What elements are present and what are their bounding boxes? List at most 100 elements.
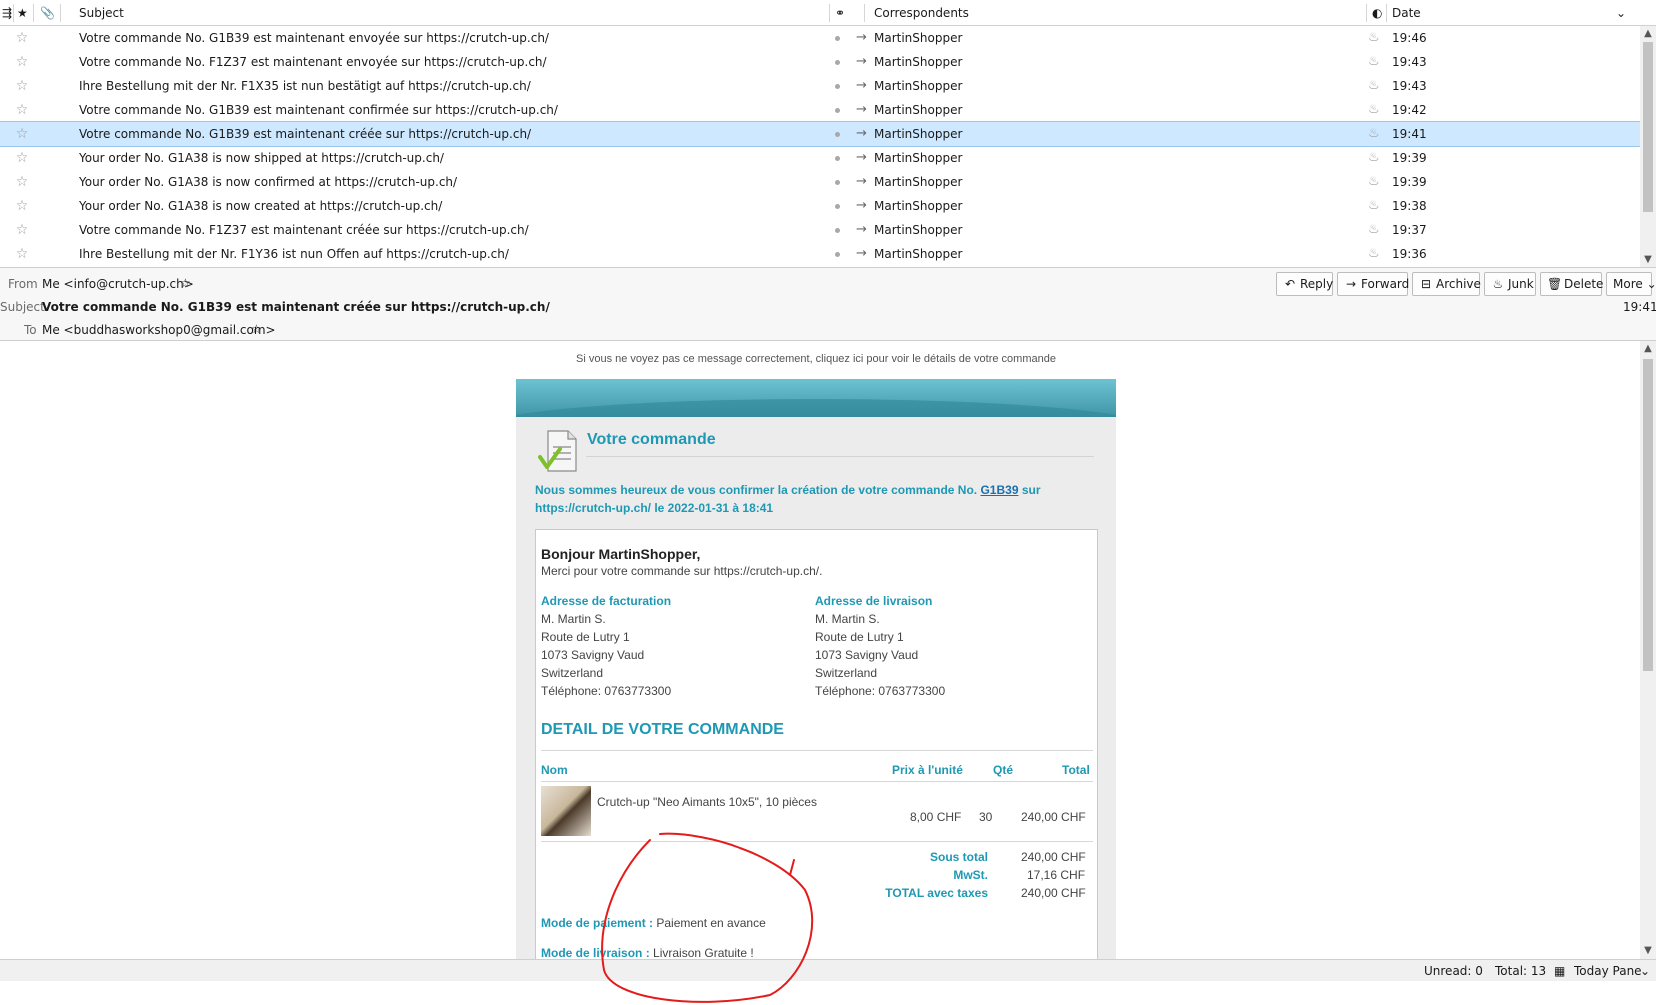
subtotal-value: 240,00 CHF bbox=[1021, 850, 1086, 864]
red-annotation-circle bbox=[601, 832, 814, 1003]
thread-column-icon[interactable]: ⇶ bbox=[2, 0, 12, 26]
junk-status-icon[interactable]: ♨ bbox=[1368, 50, 1380, 74]
star-icon[interactable]: ☆ bbox=[14, 146, 30, 170]
add-contact-star-icon[interactable]: ☆ bbox=[251, 322, 262, 336]
message-row[interactable]: ☆ Your order No. G1A38 is now confirmed … bbox=[0, 170, 1640, 194]
order-number-link[interactable]: G1B39 bbox=[980, 483, 1018, 497]
message-date: 19:37 bbox=[1392, 223, 1427, 237]
junk-status-icon[interactable]: ♨ bbox=[1368, 122, 1380, 146]
read-status-icon[interactable] bbox=[835, 228, 840, 233]
junk-status-icon[interactable]: ♨ bbox=[1368, 74, 1380, 98]
junk-status-icon[interactable]: ♨ bbox=[1368, 98, 1380, 122]
message-time: 19:41 bbox=[1623, 300, 1656, 314]
scroll-down-icon[interactable]: ▼ bbox=[1640, 252, 1656, 267]
message-row-selected[interactable]: ☆ Votre commande No. G1B39 est maintenan… bbox=[0, 121, 1641, 147]
outgoing-arrow-icon: → bbox=[856, 78, 867, 93]
message-toolbar: ↶ Reply → Forward ⊟ Archive ♨ Junk 🗑 Delete M… bbox=[1276, 272, 1656, 296]
read-status-icon[interactable] bbox=[835, 180, 840, 185]
today-pane-toggle[interactable]: Today Pane bbox=[1574, 960, 1642, 982]
message-row[interactable]: ☆ Votre commande No. F1Z37 est maintenan… bbox=[0, 218, 1640, 242]
junk-button[interactable]: ♨ Junk bbox=[1484, 272, 1536, 296]
column-subject[interactable]: Subject bbox=[79, 0, 124, 26]
product-image[interactable] bbox=[541, 786, 591, 836]
column-separator bbox=[1366, 4, 1367, 22]
read-status-icon[interactable] bbox=[835, 132, 840, 137]
star-icon[interactable]: ☆ bbox=[14, 50, 30, 74]
star-icon[interactable]: ☆ bbox=[14, 26, 30, 50]
junk-status-icon[interactable]: ♨ bbox=[1368, 194, 1380, 218]
scroll-up-icon[interactable]: ▲ bbox=[1640, 341, 1656, 357]
column-separator bbox=[60, 4, 61, 22]
read-status-icon[interactable] bbox=[835, 252, 840, 257]
column-picker-icon[interactable]: ⌄ bbox=[1616, 0, 1626, 26]
junk-status-icon[interactable]: ♨ bbox=[1368, 242, 1380, 266]
message-row[interactable]: ☆ Votre commande No. F1Z37 est maintenan… bbox=[0, 50, 1640, 74]
message-body-scrollbar[interactable]: ▲ ▼ bbox=[1640, 341, 1656, 959]
read-column-icon[interactable]: ⚭ bbox=[835, 0, 845, 26]
view-online-notice[interactable]: Si vous ne voyez pas ce message correcte… bbox=[0, 353, 1632, 365]
subject-label: Subject bbox=[0, 300, 45, 314]
message-row[interactable]: ☆ Votre commande No. G1B39 est maintenan… bbox=[0, 26, 1640, 50]
junk-status-icon[interactable]: ♨ bbox=[1368, 218, 1380, 242]
read-status-icon[interactable] bbox=[835, 156, 840, 161]
confirmation-intro: Nous sommes heureux de vous confirmer la… bbox=[535, 481, 1095, 517]
junk-status-icon[interactable]: ♨ bbox=[1368, 26, 1380, 50]
add-contact-star-icon[interactable]: ☆ bbox=[180, 276, 191, 290]
message-row[interactable]: ☆ Your order No. G1A38 is now created at… bbox=[0, 194, 1640, 218]
archive-button[interactable]: ⊟ Archive bbox=[1412, 272, 1481, 296]
scroll-down-icon[interactable]: ▼ bbox=[1640, 943, 1656, 959]
message-row[interactable]: ☆ Ihre Bestellung mit der Nr. F1Y36 ist … bbox=[0, 242, 1640, 266]
junk-label: Junk bbox=[1508, 277, 1534, 291]
chevron-down-icon[interactable]: ⌄ bbox=[1640, 960, 1650, 982]
junk-status-icon[interactable]: ♨ bbox=[1368, 146, 1380, 170]
calendar-icon[interactable]: ▦ bbox=[1554, 960, 1565, 982]
to-value[interactable]: Me <buddhasworkshop0@gmail.com> bbox=[42, 323, 276, 337]
outgoing-arrow-icon: → bbox=[856, 246, 867, 261]
read-status-icon[interactable] bbox=[835, 84, 840, 89]
reply-button[interactable]: ↶ Reply bbox=[1276, 272, 1333, 296]
read-status-icon[interactable] bbox=[835, 36, 840, 41]
delete-button[interactable]: 🗑 Delete bbox=[1540, 272, 1603, 296]
attachment-column-icon[interactable]: 📎 bbox=[40, 0, 55, 26]
star-icon[interactable]: ☆ bbox=[14, 194, 30, 218]
star-column-icon[interactable]: ★ bbox=[17, 0, 28, 26]
message-subject: Your order No. G1A38 is now confirmed at… bbox=[79, 175, 458, 189]
star-icon[interactable]: ☆ bbox=[14, 218, 30, 242]
thanks-line: Merci pour votre commande sur https://cr… bbox=[541, 564, 823, 578]
message-date: 19:41 bbox=[1392, 127, 1427, 141]
message-list-scrollbar[interactable]: ▲ ▼ bbox=[1640, 26, 1656, 267]
star-icon[interactable]: ☆ bbox=[14, 122, 30, 146]
to-label: To bbox=[24, 323, 37, 337]
star-icon[interactable]: ☆ bbox=[14, 242, 30, 266]
email-title: Votre commande bbox=[587, 431, 716, 448]
star-icon[interactable]: ☆ bbox=[14, 74, 30, 98]
message-row[interactable]: ☆ Your order No. G1A38 is now shipped at… bbox=[0, 146, 1640, 170]
star-icon[interactable]: ☆ bbox=[14, 170, 30, 194]
read-status-icon[interactable] bbox=[835, 108, 840, 113]
total-with-tax-value: 240,00 CHF bbox=[1021, 886, 1086, 900]
more-button[interactable]: More ⌄ bbox=[1606, 272, 1656, 296]
col-total-header: Total bbox=[1062, 763, 1090, 777]
message-subject: Ihre Bestellung mit der Nr. F1Y36 ist nu… bbox=[79, 247, 509, 261]
column-date[interactable]: Date bbox=[1392, 0, 1421, 26]
message-date: 19:43 bbox=[1392, 79, 1427, 93]
star-icon[interactable]: ☆ bbox=[14, 98, 30, 122]
scrollbar-thumb[interactable] bbox=[1643, 42, 1653, 212]
column-correspondents[interactable]: Correspondents bbox=[874, 0, 969, 26]
message-correspondent: MartinShopper bbox=[874, 31, 963, 45]
read-status-icon[interactable] bbox=[835, 60, 840, 65]
shipping-street: Route de Lutry 1 bbox=[815, 630, 904, 644]
table-divider bbox=[541, 781, 1093, 782]
forward-button[interactable]: → Forward bbox=[1337, 272, 1409, 296]
more-label: More bbox=[1613, 277, 1643, 291]
message-row[interactable]: ☆ Votre commande No. G1B39 est maintenan… bbox=[0, 98, 1640, 122]
scroll-up-icon[interactable]: ▲ bbox=[1640, 26, 1656, 42]
message-row[interactable]: ☆ Ihre Bestellung mit der Nr. F1X35 ist … bbox=[0, 74, 1640, 98]
junk-column-icon[interactable]: ◐ bbox=[1372, 0, 1382, 26]
from-value[interactable]: Me <info@crutch-up.ch> bbox=[42, 277, 194, 291]
billing-name: M. Martin S. bbox=[541, 612, 606, 626]
scrollbar-thumb[interactable] bbox=[1643, 359, 1653, 671]
total-count: Total: 13 bbox=[1495, 964, 1547, 978]
read-status-icon[interactable] bbox=[835, 204, 840, 209]
junk-status-icon[interactable]: ♨ bbox=[1368, 170, 1380, 194]
